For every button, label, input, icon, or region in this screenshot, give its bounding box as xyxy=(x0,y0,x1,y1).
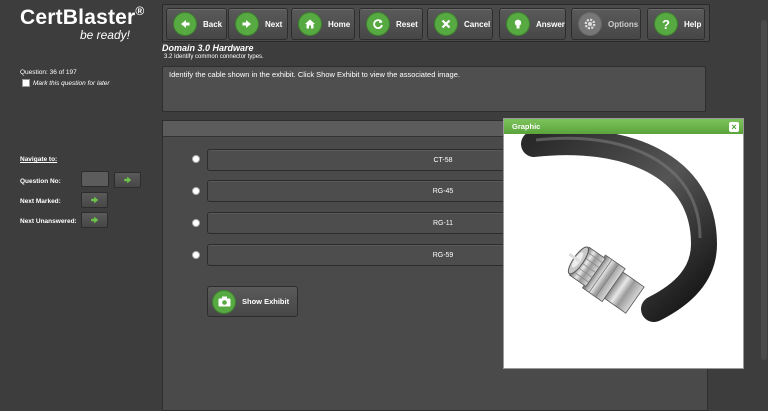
cancel-label: Cancel xyxy=(464,19,491,29)
option-radio-1[interactable] xyxy=(192,155,200,163)
next-button[interactable]: Next xyxy=(228,8,288,40)
option-radio-4[interactable] xyxy=(192,251,200,259)
arrow-right-icon xyxy=(123,176,131,184)
close-icon[interactable]: × xyxy=(729,121,739,132)
home-label: Home xyxy=(328,19,351,29)
option-radio-3[interactable] xyxy=(192,219,200,227)
home-button[interactable]: Home xyxy=(291,8,355,40)
help-label: Help xyxy=(684,19,702,29)
brand-name: CertBlaster xyxy=(20,6,136,29)
graphic-header: Graphic × xyxy=(504,119,743,134)
question-no-input[interactable] xyxy=(81,171,109,187)
option-radio-2[interactable] xyxy=(192,187,200,195)
registered-mark: ® xyxy=(135,4,145,18)
home-icon xyxy=(298,12,322,36)
question-counter: Question: 36 of 197 xyxy=(20,69,77,76)
domain-title: Domain 3.0 Hardware xyxy=(162,43,254,53)
reset-label: Reset xyxy=(396,19,418,29)
mark-for-later[interactable]: Mark this question for later xyxy=(22,79,110,87)
camera-icon xyxy=(212,289,236,314)
mark-checkbox[interactable] xyxy=(22,79,30,87)
mark-label: Mark this question for later xyxy=(33,79,110,87)
next-marked-label: Next Marked: xyxy=(20,198,61,205)
lightbulb-icon xyxy=(506,12,530,36)
next-unanswered-button[interactable] xyxy=(81,212,108,228)
arrow-right-icon xyxy=(90,196,98,204)
back-label: Back xyxy=(203,19,223,29)
close-icon xyxy=(434,12,458,36)
answer-label: Answer xyxy=(536,19,565,29)
gear-icon xyxy=(578,12,602,36)
reset-button[interactable]: Reset xyxy=(359,8,423,40)
graphic-window: Graphic × xyxy=(503,118,744,369)
navigate-title: Navigate to: xyxy=(20,156,58,163)
next-unanswered-label: Next Unanswered: xyxy=(20,218,77,225)
question-no-label: Question No: xyxy=(20,178,61,185)
options-label: Options xyxy=(608,19,639,29)
arrow-left-icon xyxy=(173,12,197,36)
scrollbar-thumb[interactable] xyxy=(761,20,767,360)
show-exhibit-label: Show Exhibit xyxy=(242,297,290,306)
arrow-right-icon xyxy=(90,216,98,224)
next-marked-button[interactable] xyxy=(81,192,108,208)
graphic-title: Graphic xyxy=(512,122,541,131)
tagline: be ready! xyxy=(79,28,130,42)
help-button[interactable]: ? Help xyxy=(647,8,705,40)
reset-icon xyxy=(366,12,390,36)
options-button[interactable]: Options xyxy=(571,8,641,40)
domain-subtitle: 3.2 Identify common connector types. xyxy=(164,54,264,60)
answer-button[interactable]: Answer xyxy=(499,8,566,40)
arrow-right-icon xyxy=(235,12,259,36)
next-label: Next xyxy=(265,19,283,29)
scrollbar[interactable] xyxy=(760,0,768,409)
logo: CertBlaster® be ready! xyxy=(20,4,150,42)
toolbar: Back Next Home Reset Cancel Answer Optio… xyxy=(162,4,710,42)
coax-cable-image xyxy=(521,129,718,322)
go-question-button[interactable] xyxy=(114,172,141,188)
question-text: Identify the cable shown in the exhibit.… xyxy=(162,66,706,112)
cancel-button[interactable]: Cancel xyxy=(427,8,493,40)
question-icon: ? xyxy=(654,12,678,36)
show-exhibit-button[interactable]: Show Exhibit xyxy=(207,286,298,317)
back-button[interactable]: Back xyxy=(166,8,227,40)
